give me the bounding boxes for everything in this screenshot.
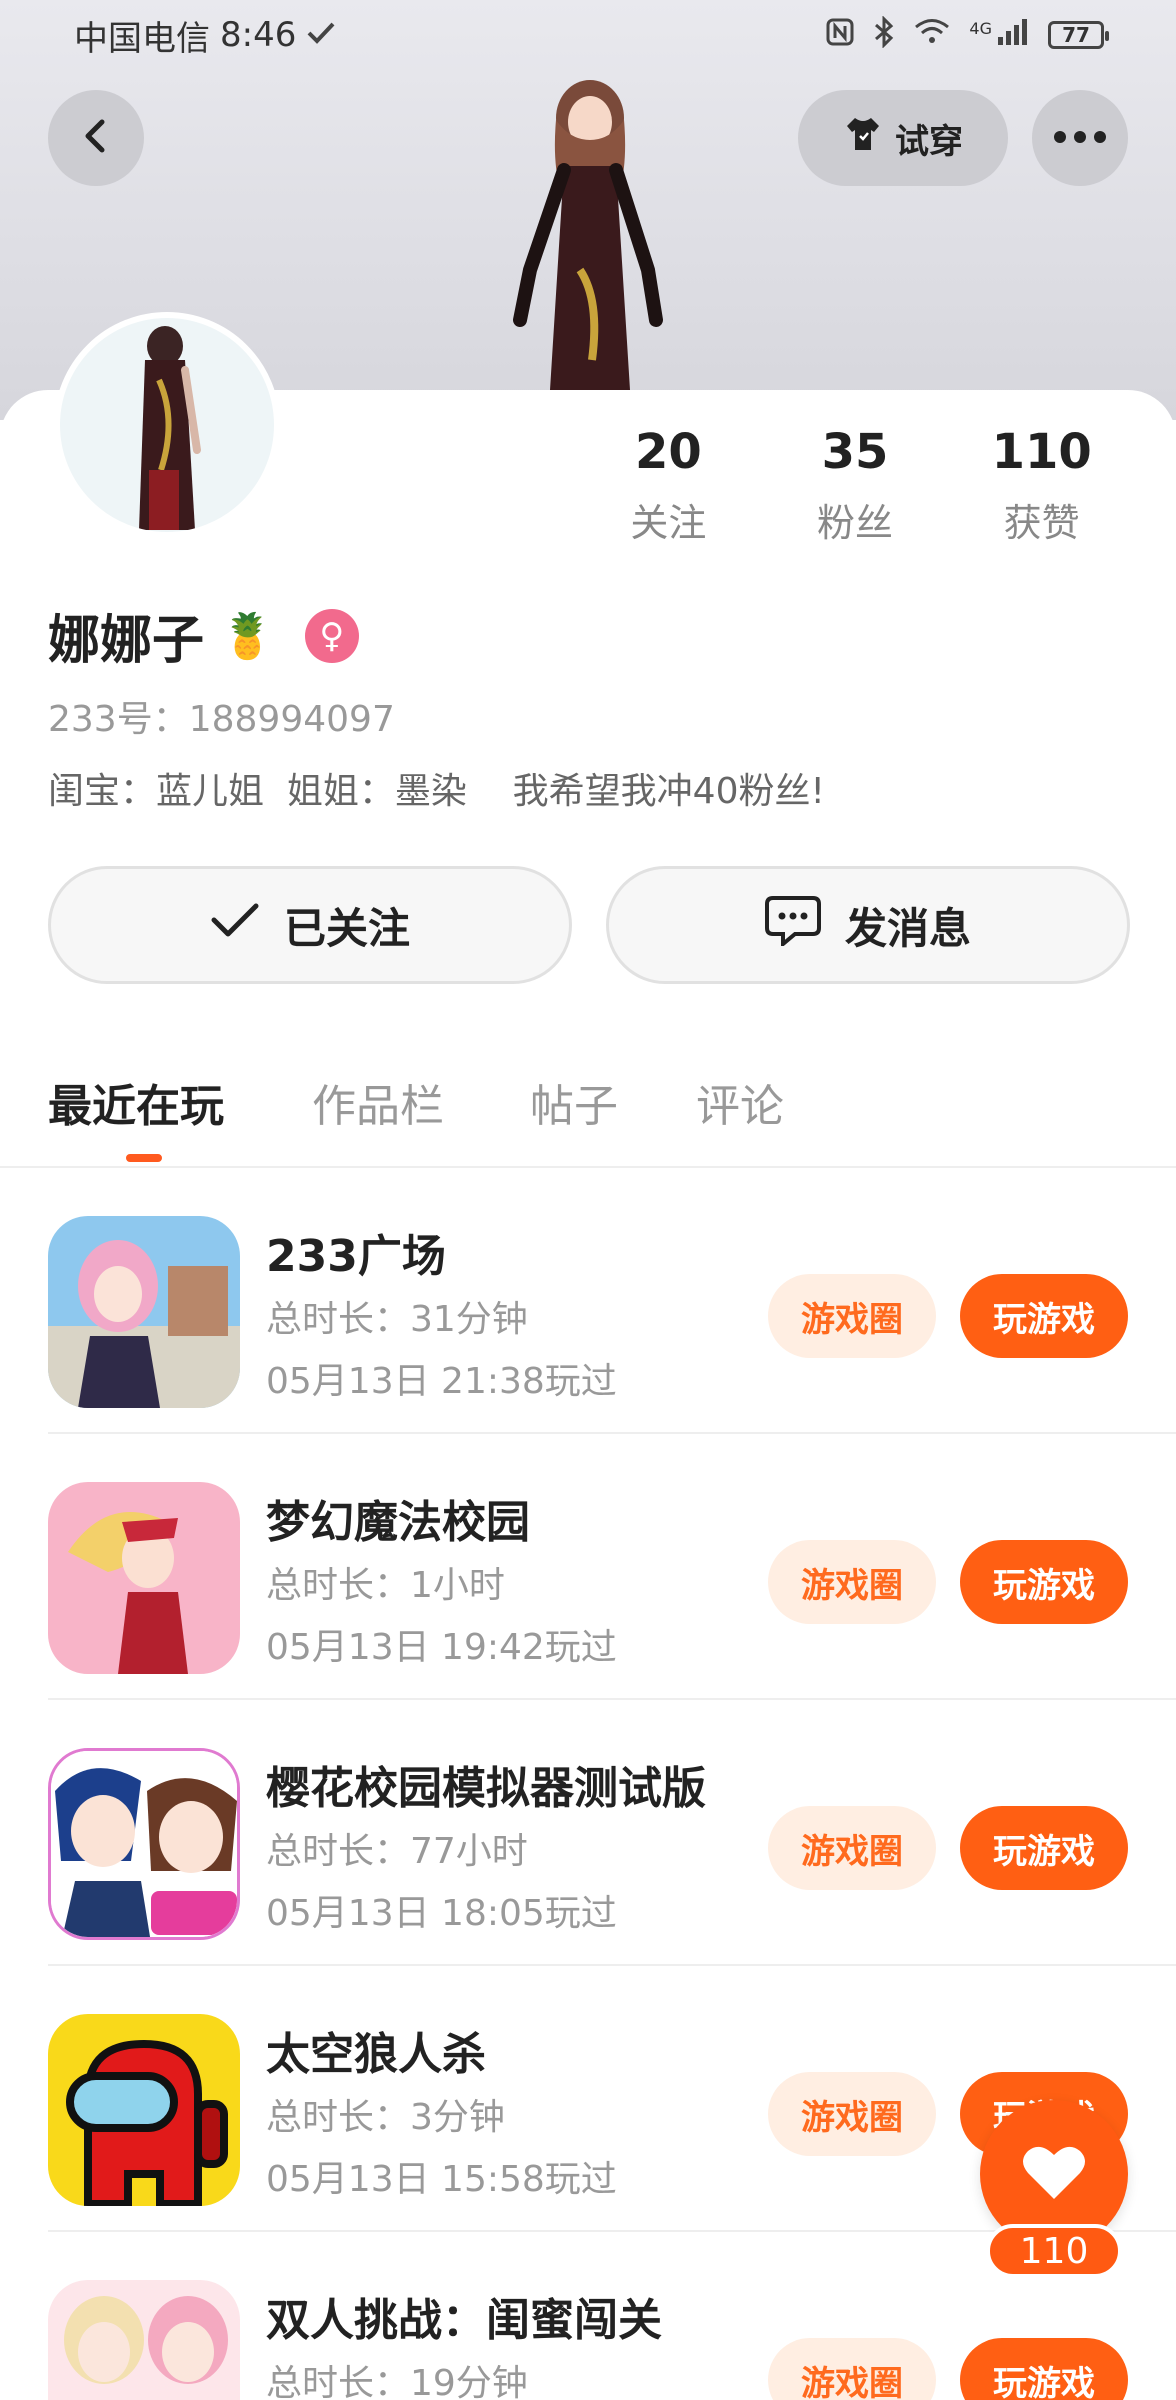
stat-likes[interactable]: 110 获赞	[943, 420, 1140, 547]
profile-tabs: 最近在玩 作品栏 帖子 评论	[0, 1060, 1176, 1168]
name-row: 娜娜子 🍍 ♀	[48, 598, 359, 673]
active-tab-indicator	[126, 1154, 162, 1162]
stat-likes-label: 获赞	[1003, 501, 1080, 545]
game-circle-button[interactable]: 游戏圈	[768, 2338, 936, 2400]
game-total-time: 总时长：1小时	[266, 1565, 505, 1606]
game-total-time: 总时长：19分钟	[266, 2363, 528, 2400]
clock-time: 8:46	[220, 15, 297, 55]
avatar[interactable]	[54, 312, 280, 538]
pineapple-emoji: 🍍	[220, 610, 275, 662]
check-icon	[306, 15, 336, 55]
chevron-left-icon	[76, 116, 116, 160]
status-left: 中国电信 8:46	[74, 11, 336, 60]
game-name: 双人挑战：闺蜜闯关	[266, 2295, 662, 2346]
game-last-played: 05月13日 18:05玩过	[266, 1893, 617, 1934]
followed-label: 已关注	[283, 903, 410, 953]
heart-icon	[1022, 2143, 1086, 2205]
game-total-time: 总时长：77小时	[266, 1831, 528, 1872]
tab-works[interactable]: 作品栏	[312, 1070, 444, 1134]
tab-comments[interactable]: 评论	[696, 1070, 784, 1134]
game-last-played: 05月13日 19:42玩过	[266, 1627, 617, 1668]
play-game-button[interactable]: 玩游戏	[960, 1274, 1128, 1358]
floating-like-button[interactable]: 110	[980, 2100, 1128, 2280]
signal-icon	[996, 17, 1030, 54]
stat-fans[interactable]: 35 粉丝	[757, 420, 954, 547]
gender-female-icon: ♀	[304, 608, 359, 663]
game-icon-magic-campus[interactable]	[48, 1482, 240, 1674]
stat-following-label: 关注	[630, 501, 707, 545]
game-last-played: 05月13日 21:38玩过	[266, 1361, 617, 1402]
game-circle-button[interactable]: 游戏圈	[768, 1806, 936, 1890]
game-name: 233广场	[266, 1231, 446, 1282]
game-circle-button[interactable]: 游戏圈	[768, 1274, 936, 1358]
stat-following[interactable]: 20 关注	[570, 420, 767, 547]
play-game-button[interactable]: 玩游戏	[960, 2338, 1128, 2400]
battery-icon: 77	[1048, 21, 1109, 49]
wifi-icon	[913, 17, 951, 54]
check-icon	[210, 900, 260, 950]
send-message-button[interactable]: 发消息	[606, 866, 1130, 984]
more-options-button[interactable]	[1032, 90, 1128, 186]
profile-stats: 20 关注 35 粉丝 110 获赞	[580, 420, 1140, 547]
tab-posts[interactable]: 帖子	[530, 1070, 618, 1134]
stat-fans-value: 35	[821, 424, 889, 480]
game-icon-among-us[interactable]	[48, 2014, 240, 2206]
game-icon-sakura-school[interactable]	[48, 1748, 240, 1940]
list-item[interactable]: 233广场 总时长：31分钟 05月13日 21:38玩过 游戏圈 玩游戏	[0, 1168, 1176, 1434]
list-item[interactable]: 樱花校园模拟器测试版 总时长：77小时 05月13日 18:05玩过 游戏圈 玩…	[0, 1700, 1176, 1966]
profile-id: 233号：188994097	[48, 699, 395, 740]
nfc-icon	[825, 17, 855, 54]
game-circle-button[interactable]: 游戏圈	[768, 1540, 936, 1624]
like-count-badge: 110	[986, 2224, 1122, 2278]
stat-fans-label: 粉丝	[817, 501, 894, 545]
shirt-icon	[843, 114, 883, 163]
try-on-button[interactable]: 试穿	[798, 90, 1008, 186]
avatar-figure-icon	[139, 326, 201, 530]
game-icon-233-plaza[interactable]	[48, 1216, 240, 1408]
game-icon-bestie-challenge[interactable]	[48, 2280, 240, 2400]
more-dots-icon	[1052, 129, 1108, 148]
game-total-time: 总时长：31分钟	[266, 1299, 528, 1340]
send-message-label: 发消息	[844, 903, 971, 953]
status-bar: 中国电信 8:46 4G 77	[0, 0, 1176, 70]
followed-button[interactable]: 已关注	[48, 866, 572, 984]
bluetooth-icon	[873, 14, 895, 55]
tab-recently-played[interactable]: 最近在玩	[48, 1070, 224, 1134]
profile-name: 娜娜子	[48, 611, 205, 671]
play-game-button[interactable]: 玩游戏	[960, 1540, 1128, 1624]
back-button[interactable]	[48, 90, 144, 186]
game-name: 梦幻魔法校园	[266, 1497, 530, 1548]
game-circle-button[interactable]: 游戏圈	[768, 2072, 936, 2156]
profile-bio: 闺宝：蓝儿姐 姐姐：墨染 我希望我冲40粉丝!	[48, 771, 825, 812]
game-total-time: 总时长：3分钟	[266, 2097, 505, 2138]
status-right: 4G 77	[825, 14, 1109, 55]
game-name: 太空狼人杀	[266, 2029, 486, 2080]
network-type: 4G	[969, 18, 992, 38]
list-item[interactable]: 梦幻魔法校园 总时长：1小时 05月13日 19:42玩过 游戏圈 玩游戏	[0, 1434, 1176, 1700]
avatar-character-figure	[480, 70, 700, 390]
chat-bubble-icon	[764, 894, 821, 956]
game-name: 樱花校园模拟器测试版	[266, 1763, 706, 1814]
carrier-name: 中国电信	[74, 18, 210, 59]
play-game-button[interactable]: 玩游戏	[960, 1806, 1128, 1890]
try-on-label: 试穿	[895, 121, 963, 162]
stat-likes-value: 110	[991, 424, 1092, 480]
stat-following-value: 20	[634, 424, 702, 480]
game-last-played: 05月13日 15:58玩过	[266, 2159, 617, 2200]
